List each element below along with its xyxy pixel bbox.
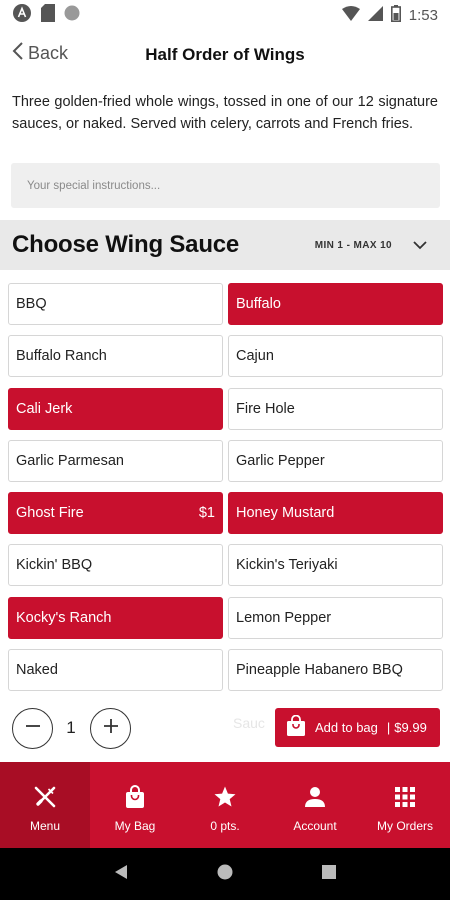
bag-icon (286, 714, 306, 740)
sauce-option[interactable]: Kocky's Ranch (8, 596, 223, 639)
tab-account[interactable]: Account (270, 762, 360, 848)
sauce-option-label: Cali Jerk (16, 400, 73, 417)
sauce-option-label: Kickin' BBQ (16, 557, 93, 574)
sauce-options-grid: BBQ Buffalo Buffalo Ranch Cajun Cali Jerk Fir… (8, 283, 443, 692)
chevron-left-icon (12, 42, 24, 65)
tab-label: Menu (29, 819, 61, 833)
sauce-option-label: Ghost Fire (16, 505, 84, 522)
bag-icon (124, 784, 146, 810)
star-icon (213, 784, 237, 810)
sauce-option-label: Honey Mustard (236, 505, 335, 522)
grid-icon (395, 784, 415, 810)
add-to-bag-label: Add to bag (315, 720, 378, 735)
tab-menu[interactable]: Menu (0, 762, 90, 848)
sauce-option-label: Kickin's Teriyaki (236, 557, 338, 574)
decrease-quantity-button[interactable] (12, 708, 53, 749)
tab-label: Account (293, 819, 337, 833)
sauce-option-label: BBQ (16, 296, 47, 312)
system-recents-icon[interactable] (321, 864, 336, 884)
sauce-option[interactable]: Kickin' BBQ (8, 544, 223, 587)
sauce-option[interactable]: Lemon Pepper (228, 596, 443, 639)
sauce-option-label: Naked (16, 662, 58, 679)
sauce-option[interactable]: Cali Jerk (8, 387, 223, 430)
status-bar-right: 1:53 (341, 4, 438, 26)
bottom-tab-bar: Menu My Bag 0 pts. Account My Orders (0, 762, 450, 848)
add-to-bag-separator: | (386, 720, 391, 735)
tab-label: My Orders (376, 819, 433, 833)
sauce-option-label: Garlic Parmesan (16, 452, 124, 469)
fork-knife-icon (33, 784, 57, 810)
special-instructions-input[interactable] (11, 163, 440, 208)
sauce-option[interactable]: Buffalo Ranch (8, 335, 223, 378)
quantity-value: 1 (66, 718, 76, 737)
back-button[interactable]: Back (12, 42, 68, 65)
sauce-option-price: $1 (198, 505, 215, 522)
sauce-option-label: Buffalo Ranch (16, 348, 107, 365)
add-to-bag-price: $9.99 (394, 720, 427, 735)
bottom-action-bar: Sauc 1 Add to bag | $9.99 (0, 700, 450, 762)
battery-icon (390, 4, 401, 26)
sauce-option-label: Fire Hole (236, 400, 295, 417)
status-bar: 1:53 (0, 0, 450, 30)
sauce-option[interactable]: Naked (8, 649, 223, 692)
nav-header: Back Half Order of Wings (0, 30, 450, 80)
sauce-option[interactable]: Garlic Pepper (228, 439, 443, 482)
section-limit: MIN 1 - MAX 10 (314, 239, 392, 251)
sauce-option-label: Garlic Pepper (236, 452, 325, 469)
system-home-icon[interactable] (217, 864, 233, 885)
tab-my-orders[interactable]: My Orders (360, 762, 450, 848)
tab-points[interactable]: 0 pts. (180, 762, 270, 848)
increase-quantity-button[interactable] (90, 708, 131, 749)
minus-icon (24, 717, 42, 740)
system-back-icon[interactable] (114, 864, 128, 885)
sauce-option[interactable]: Ghost Fire $1 (8, 492, 223, 535)
wifi-icon (341, 5, 360, 25)
sauce-option-label: Lemon Pepper (236, 609, 332, 626)
sauce-option[interactable]: Kickin's Teriyaki (228, 544, 443, 587)
chevron-down-icon[interactable] (410, 235, 430, 255)
section-title: Choose Wing Sauce (12, 231, 240, 258)
app-notification-icon (12, 3, 32, 28)
sauce-option[interactable]: Honey Mustard (228, 492, 443, 535)
add-to-bag-button[interactable]: Add to bag | $9.99 (275, 708, 440, 747)
sauce-option[interactable]: Fire Hole (228, 387, 443, 430)
status-bar-left (12, 3, 80, 28)
sauce-option-label: Cajun (236, 348, 274, 365)
sd-card-icon (41, 3, 55, 27)
sauce-option[interactable]: Garlic Parmesan (8, 439, 223, 482)
android-nav-bar (0, 848, 450, 900)
person-icon (304, 784, 326, 810)
plus-icon (102, 717, 120, 740)
tab-label: My Bag (114, 819, 156, 833)
back-label: Back (28, 43, 69, 63)
status-time: 1:53 (408, 6, 438, 24)
status-dot-icon (64, 5, 80, 26)
wing-sauce-section-header[interactable]: Choose Wing Sauce MIN 1 - MAX 10 (0, 220, 450, 270)
tab-my-bag[interactable]: My Bag (90, 762, 180, 848)
signal-icon (367, 5, 383, 25)
sauce-option-label: Buffalo (236, 296, 281, 312)
sauce-option[interactable]: Cajun (228, 335, 443, 378)
scrolled-option-text: Sauc (233, 715, 265, 731)
sauce-option-label: Pineapple Habanero BBQ (236, 662, 403, 679)
sauce-option[interactable]: Buffalo (228, 283, 443, 325)
sauce-option-label: Kocky's Ranch (16, 609, 112, 626)
tab-label: 0 pts. (210, 819, 240, 833)
sauce-option[interactable]: Pineapple Habanero BBQ (228, 649, 443, 692)
item-description: Three golden-fried whole wings, tossed i… (12, 94, 438, 132)
sauce-option[interactable]: BBQ (8, 283, 223, 325)
